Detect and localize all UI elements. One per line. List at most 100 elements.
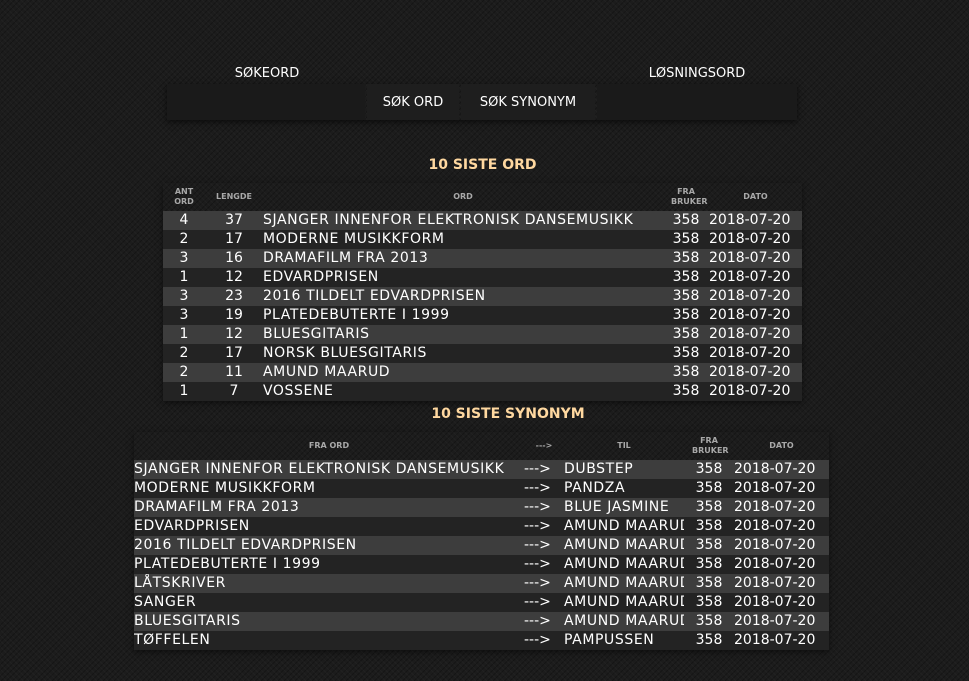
column-header-to: TIL <box>617 441 631 450</box>
word-cell: EDVARDPRISEN <box>263 268 663 287</box>
user-cell: 358 <box>663 344 709 363</box>
from-word-cell: LÅTSKRIVER <box>134 574 524 593</box>
table-row: MODERNE MUSIKKFORM ---> PANDZA 358 2018-… <box>134 479 829 498</box>
user-cell: 358 <box>684 498 734 517</box>
user-cell: 358 <box>684 517 734 536</box>
word-cell: BLUESGITARIS <box>263 325 663 344</box>
table-row: SJANGER INNENFOR ELEKTRONISK DANSEMUSIKK… <box>134 460 829 479</box>
keyword-input[interactable] <box>167 84 365 120</box>
to-word-cell: PAMPUSSEN <box>564 631 684 650</box>
search-row: SØK ORD SØK SYNONYM <box>167 84 797 120</box>
user-cell: 358 <box>684 631 734 650</box>
word-count-cell: 1 <box>163 325 205 344</box>
arrow-cell: ---> <box>524 460 564 479</box>
word-cell: 2016 TILDELT EDVARDPRISEN <box>263 287 663 306</box>
word-cell: DRAMAFILM FRA 2013 <box>263 249 663 268</box>
column-header-date: DATO <box>743 192 768 201</box>
from-word-cell: MODERNE MUSIKKFORM <box>134 479 524 498</box>
word-cell: VOSSENE <box>263 382 663 401</box>
table-row: EDVARDPRISEN ---> AMUND MAARUD 358 2018-… <box>134 517 829 536</box>
date-cell: 2018-07-20 <box>734 517 829 536</box>
from-word-cell: TØFFELEN <box>134 631 524 650</box>
table-header-row: FRA ORD ---> TIL FRA BRUKER DATO <box>134 432 829 460</box>
word-count-cell: 4 <box>163 211 205 230</box>
word-count-cell: 2 <box>163 344 205 363</box>
table-row: 1 12 EDVARDPRISEN 358 2018-07-20 <box>163 268 802 287</box>
date-cell: 2018-07-20 <box>734 498 829 517</box>
arrow-cell: ---> <box>524 479 564 498</box>
user-cell: 358 <box>684 460 734 479</box>
search-word-button[interactable]: SØK ORD <box>367 84 459 120</box>
user-cell: 358 <box>684 479 734 498</box>
date-cell: 2018-07-20 <box>734 460 829 479</box>
word-length-cell: 16 <box>205 249 263 268</box>
solution-label: LØSNINGSORD <box>648 66 746 81</box>
user-cell: 358 <box>663 306 709 325</box>
word-count-cell: 1 <box>163 382 205 401</box>
latest-synonyms-title: 10 SISTE SYNONYM <box>431 406 585 422</box>
from-word-cell: 2016 TILDELT EDVARDPRISEN <box>134 536 524 555</box>
from-word-cell: SANGER <box>134 593 524 612</box>
column-header-word: ORD <box>453 192 473 201</box>
table-row: 3 23 2016 TILDELT EDVARDPRISEN 358 2018-… <box>163 287 802 306</box>
date-cell: 2018-07-20 <box>709 249 802 268</box>
user-cell: 358 <box>663 287 709 306</box>
word-count-cell: 3 <box>163 249 205 268</box>
date-cell: 2018-07-20 <box>734 631 829 650</box>
word-count-cell: 2 <box>163 363 205 382</box>
latest-words-table: ANT ORD LENGDE ORD FRA BRUKER DATO 4 37 … <box>163 183 802 401</box>
column-header-length: LENGDE <box>216 192 252 201</box>
from-word-cell: DRAMAFILM FRA 2013 <box>134 498 524 517</box>
date-cell: 2018-07-20 <box>709 268 802 287</box>
table-row: DRAMAFILM FRA 2013 ---> BLUE JASMINE 358… <box>134 498 829 517</box>
date-cell: 2018-07-20 <box>709 382 802 401</box>
arrow-cell: ---> <box>524 593 564 612</box>
to-word-cell: PANDZA <box>564 479 684 498</box>
latest-words-title: 10 SISTE ORD <box>428 157 537 173</box>
word-count-cell: 2 <box>163 230 205 249</box>
to-word-cell: AMUND MAARUD <box>564 536 684 555</box>
to-word-cell: AMUND MAARUD <box>564 555 684 574</box>
user-cell: 358 <box>663 249 709 268</box>
date-cell: 2018-07-20 <box>709 230 802 249</box>
arrow-cell: ---> <box>524 517 564 536</box>
table-row: 4 37 SJANGER INNENFOR ELEKTRONISK DANSEM… <box>163 211 802 230</box>
column-header-count: ANT ORD <box>174 187 194 206</box>
word-length-cell: 11 <box>205 363 263 382</box>
latest-synonyms-table: FRA ORD ---> TIL FRA BRUKER DATO SJANGER… <box>134 432 829 650</box>
date-cell: 2018-07-20 <box>734 612 829 631</box>
to-word-cell: AMUND MAARUD <box>564 612 684 631</box>
table-row: SANGER ---> AMUND MAARUD 358 2018-07-20 <box>134 593 829 612</box>
user-cell: 358 <box>663 230 709 249</box>
from-word-cell: BLUESGITARIS <box>134 612 524 631</box>
date-cell: 2018-07-20 <box>734 555 829 574</box>
table-row: 3 19 PLATEDEBUTERTE I 1999 358 2018-07-2… <box>163 306 802 325</box>
date-cell: 2018-07-20 <box>709 287 802 306</box>
to-word-cell: AMUND MAARUD <box>564 517 684 536</box>
user-cell: 358 <box>684 536 734 555</box>
user-cell: 358 <box>663 382 709 401</box>
word-length-cell: 12 <box>205 268 263 287</box>
to-word-cell: AMUND MAARUD <box>564 574 684 593</box>
word-length-cell: 19 <box>205 306 263 325</box>
table-row: 2 11 AMUND MAARUD 358 2018-07-20 <box>163 363 802 382</box>
user-cell: 358 <box>684 574 734 593</box>
table-row: PLATEDEBUTERTE I 1999 ---> AMUND MAARUD … <box>134 555 829 574</box>
arrow-cell: ---> <box>524 631 564 650</box>
solution-input[interactable] <box>597 84 797 120</box>
date-cell: 2018-07-20 <box>734 536 829 555</box>
search-synonym-button[interactable]: SØK SYNONYM <box>461 84 595 120</box>
word-length-cell: 12 <box>205 325 263 344</box>
word-length-cell: 17 <box>205 230 263 249</box>
word-cell: SJANGER INNENFOR ELEKTRONISK DANSEMUSIKK <box>263 211 663 230</box>
user-cell: 358 <box>663 268 709 287</box>
user-cell: 358 <box>663 211 709 230</box>
column-header-arrow: ---> <box>535 441 553 450</box>
word-cell: PLATEDEBUTERTE I 1999 <box>263 306 663 325</box>
column-header-user: FRA BRUKER <box>671 187 708 206</box>
table-row: TØFFELEN ---> PAMPUSSEN 358 2018-07-20 <box>134 631 829 650</box>
table-row: 1 7 VOSSENE 358 2018-07-20 <box>163 382 802 401</box>
table-row: 2016 TILDELT EDVARDPRISEN ---> AMUND MAA… <box>134 536 829 555</box>
word-cell: AMUND MAARUD <box>263 363 663 382</box>
table-row: BLUESGITARIS ---> AMUND MAARUD 358 2018-… <box>134 612 829 631</box>
